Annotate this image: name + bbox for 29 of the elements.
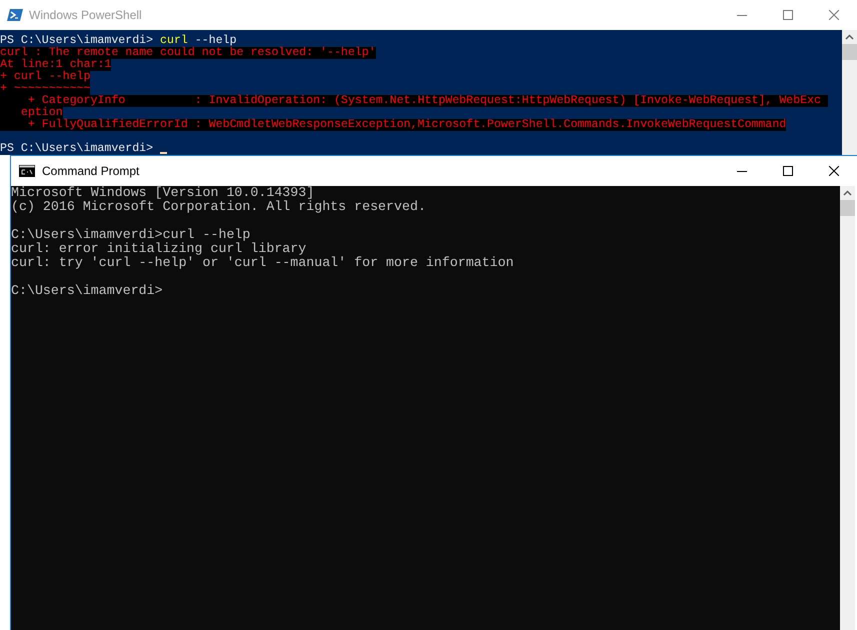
console-text: curl: error initializing curl library [11,241,306,256]
error-text: + CategoryInfo : InvalidOperation: (System.Net.HttpWebRequest:HttpWebRequest) [Invoke-WebRequest], WebExc [0,95,828,107]
console-text: --help [194,35,237,47]
error-text: eption [0,107,63,119]
console-text: (c) 2016 Microsoft Corporation. All rights reserved. [11,199,426,214]
maximize-icon [783,10,793,20]
scroll-thumb[interactable] [840,200,855,216]
powershell-icon [7,7,23,23]
console-icon [19,165,35,177]
error-text: + curl --help [0,71,90,83]
close-icon [829,10,839,20]
scrollbar[interactable] [842,30,857,155]
command-text: curl [160,35,188,47]
maximize-icon [783,166,793,176]
error-text: + FullyQualifiedErrorId : WebCmdletWebResponseException,Microsoft.PowerShell.Commands.InvokeWebRequestCommand [0,119,786,131]
window-title: Windows PowerShell [29,7,142,24]
console-text: Microsoft Windows [Version 10.0.14393] [11,186,314,200]
close-icon [829,166,839,176]
error-text: curl : The remote name could not be resolved: '--help' [0,47,376,59]
console-text: PS C:\Users\imamverdi> [0,35,154,47]
error-text: + ~~~~~~~~~~~ [0,83,90,95]
console-text: C:\Users\imamverdi>curl --help [11,227,250,242]
scroll-thumb[interactable] [842,44,857,60]
window-title: Command Prompt [42,163,140,180]
error-text: At line:1 char:1 [0,59,112,71]
scrollbar[interactable] [840,186,855,630]
console-text: PS C:\Users\imamverdi> [0,143,154,155]
console-text: C:\Users\imamverdi> [11,283,163,298]
console-text: curl: try 'curl --help' or 'curl --manual' for more information [11,255,514,270]
